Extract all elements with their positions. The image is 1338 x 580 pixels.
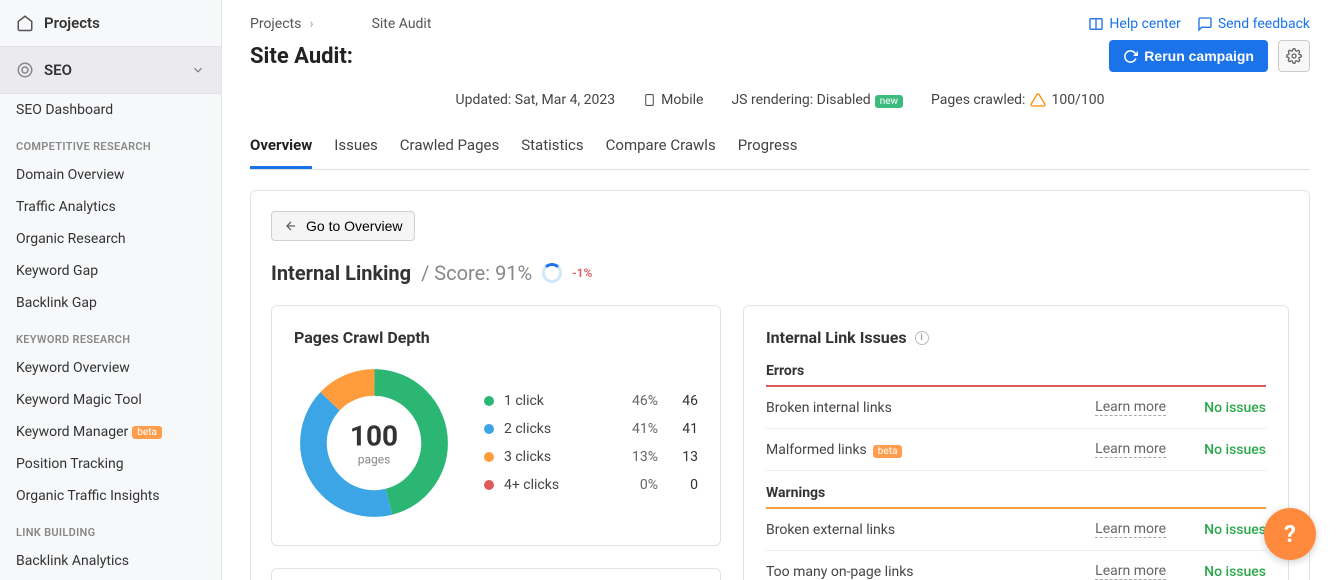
score-delta: -1% <box>572 266 592 280</box>
go-to-overview-button[interactable]: Go to Overview <box>271 211 415 241</box>
arrow-left-icon <box>284 219 298 233</box>
home-icon <box>16 14 34 32</box>
tab-compare-crawls[interactable]: Compare Crawls <box>606 128 716 169</box>
learn-more-link[interactable]: Learn more <box>1095 563 1166 580</box>
issue-row: Malformed linksbeta Learn more No issues <box>766 429 1266 471</box>
legend-dot <box>484 396 494 406</box>
rerun-campaign-button[interactable]: Rerun campaign <box>1109 40 1268 72</box>
sidebar-item-projects[interactable]: Projects <box>0 0 221 46</box>
sidebar-item[interactable]: Keyword Overview <box>0 352 221 384</box>
breadcrumb-current: Site Audit <box>372 16 432 32</box>
sidebar-item[interactable]: Position Tracking <box>0 448 221 480</box>
sidebar-item[interactable]: Keyword Magic Tool <box>0 384 221 416</box>
crawl-depth-card: Pages Crawl Depth 100 pages <box>271 305 721 546</box>
info-icon[interactable]: i <box>915 331 929 345</box>
issue-status: No issues <box>1166 564 1266 580</box>
legend-dot <box>484 424 494 434</box>
help-center-link[interactable]: Help center <box>1088 16 1180 32</box>
top-actions: Help center Send feedback <box>1088 16 1310 32</box>
sidebar-item-seo[interactable]: SEO <box>0 46 221 94</box>
refresh-icon <box>1123 49 1138 64</box>
tab-overview[interactable]: Overview <box>250 128 312 169</box>
sidebar-group: KEYWORD RESEARCH <box>0 319 221 352</box>
gear-icon <box>1286 48 1302 64</box>
sidebar-item[interactable]: Keyword Managerbeta <box>0 416 221 448</box>
new-badge: new <box>875 95 903 108</box>
legend-row[interactable]: 2 clicks 41% 41 <box>484 415 698 443</box>
legend-row[interactable]: 3 clicks 13% 13 <box>484 443 698 471</box>
tab-statistics[interactable]: Statistics <box>521 128 583 169</box>
legend-dot <box>484 480 494 490</box>
donut-chart: 100 pages <box>294 363 454 523</box>
issue-status: No issues <box>1166 400 1266 416</box>
donut-center-number: 100 <box>350 420 398 453</box>
send-feedback-link[interactable]: Send feedback <box>1197 16 1310 32</box>
settings-button[interactable] <box>1278 40 1310 72</box>
sidebar-item[interactable]: Keyword Gap <box>0 255 221 287</box>
sidebar: Projects SEO SEO Dashboard COMPETITIVE R… <box>0 0 222 580</box>
legend: 1 click 46% 46 2 clicks 41% 41 <box>484 387 698 499</box>
legend-row[interactable]: 1 click 46% 46 <box>484 387 698 415</box>
tab-progress[interactable]: Progress <box>738 128 798 169</box>
learn-more-link[interactable]: Learn more <box>1095 521 1166 538</box>
meta-row: Updated: Sat, Mar 4, 2023 Mobile JS rend… <box>250 92 1310 108</box>
mobile-icon <box>643 92 656 108</box>
breadcrumb-root[interactable]: Projects <box>250 16 301 32</box>
issue-row: Broken external links Learn more No issu… <box>766 509 1266 551</box>
learn-more-link[interactable]: Learn more <box>1095 399 1166 416</box>
beta-badge: beta <box>132 426 162 439</box>
issue-status: No issues <box>1166 442 1266 458</box>
page-title: Site Audit: <box>250 44 353 69</box>
sidebar-item[interactable]: Backlink Gap <box>0 287 221 319</box>
tab-issues[interactable]: Issues <box>334 128 378 169</box>
chevron-right-icon: › <box>309 16 313 32</box>
tabs: Overview Issues Crawled Pages Statistics… <box>250 128 1310 170</box>
donut-center-label: pages <box>350 453 398 467</box>
sidebar-item[interactable]: Traffic Analytics <box>0 191 221 223</box>
sidebar-item[interactable]: Backlink Analytics <box>0 545 221 577</box>
main: Help center Send feedback Projects › Sit… <box>222 0 1338 580</box>
card-title: Pages Crawl Depth <box>294 328 698 347</box>
tab-crawled-pages[interactable]: Crawled Pages <box>400 128 499 169</box>
help-fab-button[interactable]: ? <box>1264 508 1316 560</box>
issue-row: Broken internal links Learn more No issu… <box>766 387 1266 429</box>
warning-icon <box>1030 92 1046 108</box>
internal-link-issues-card: Internal Link Issues i Errors Broken int… <box>743 305 1289 580</box>
sidebar-item[interactable]: Domain Overview <box>0 159 221 191</box>
sidebar-seo-label: SEO <box>44 61 72 79</box>
legend-dot <box>484 452 494 462</box>
sidebar-group: COMPETITIVE RESEARCH <box>0 126 221 159</box>
section-title: Internal Linking / Score: 91% -1% <box>271 261 1289 285</box>
sidebar-projects-label: Projects <box>44 14 100 32</box>
sidebar-item[interactable]: Organic Traffic Insights <box>0 480 221 512</box>
book-icon <box>1088 16 1104 32</box>
issue-row: Too many on-page links Learn more No iss… <box>766 551 1266 580</box>
learn-more-link[interactable]: Learn more <box>1095 441 1166 458</box>
internal-links-card: Internal Links i <box>271 568 721 580</box>
chevron-down-icon <box>191 63 205 77</box>
sidebar-group: LINK BUILDING <box>0 512 221 545</box>
chat-icon <box>1197 16 1213 32</box>
issue-status: No issues <box>1166 522 1266 538</box>
errors-heading: Errors <box>766 363 1266 379</box>
sidebar-item-seo-dashboard[interactable]: SEO Dashboard <box>0 94 221 126</box>
legend-row[interactable]: 4+ clicks 0% 0 <box>484 471 698 499</box>
card-title: Internal Link Issues i <box>766 328 1266 347</box>
spinner-icon <box>542 263 562 283</box>
warnings-heading: Warnings <box>766 485 1266 501</box>
target-icon <box>16 61 34 79</box>
sidebar-item[interactable]: Organic Research <box>0 223 221 255</box>
beta-badge: beta <box>873 445 903 458</box>
